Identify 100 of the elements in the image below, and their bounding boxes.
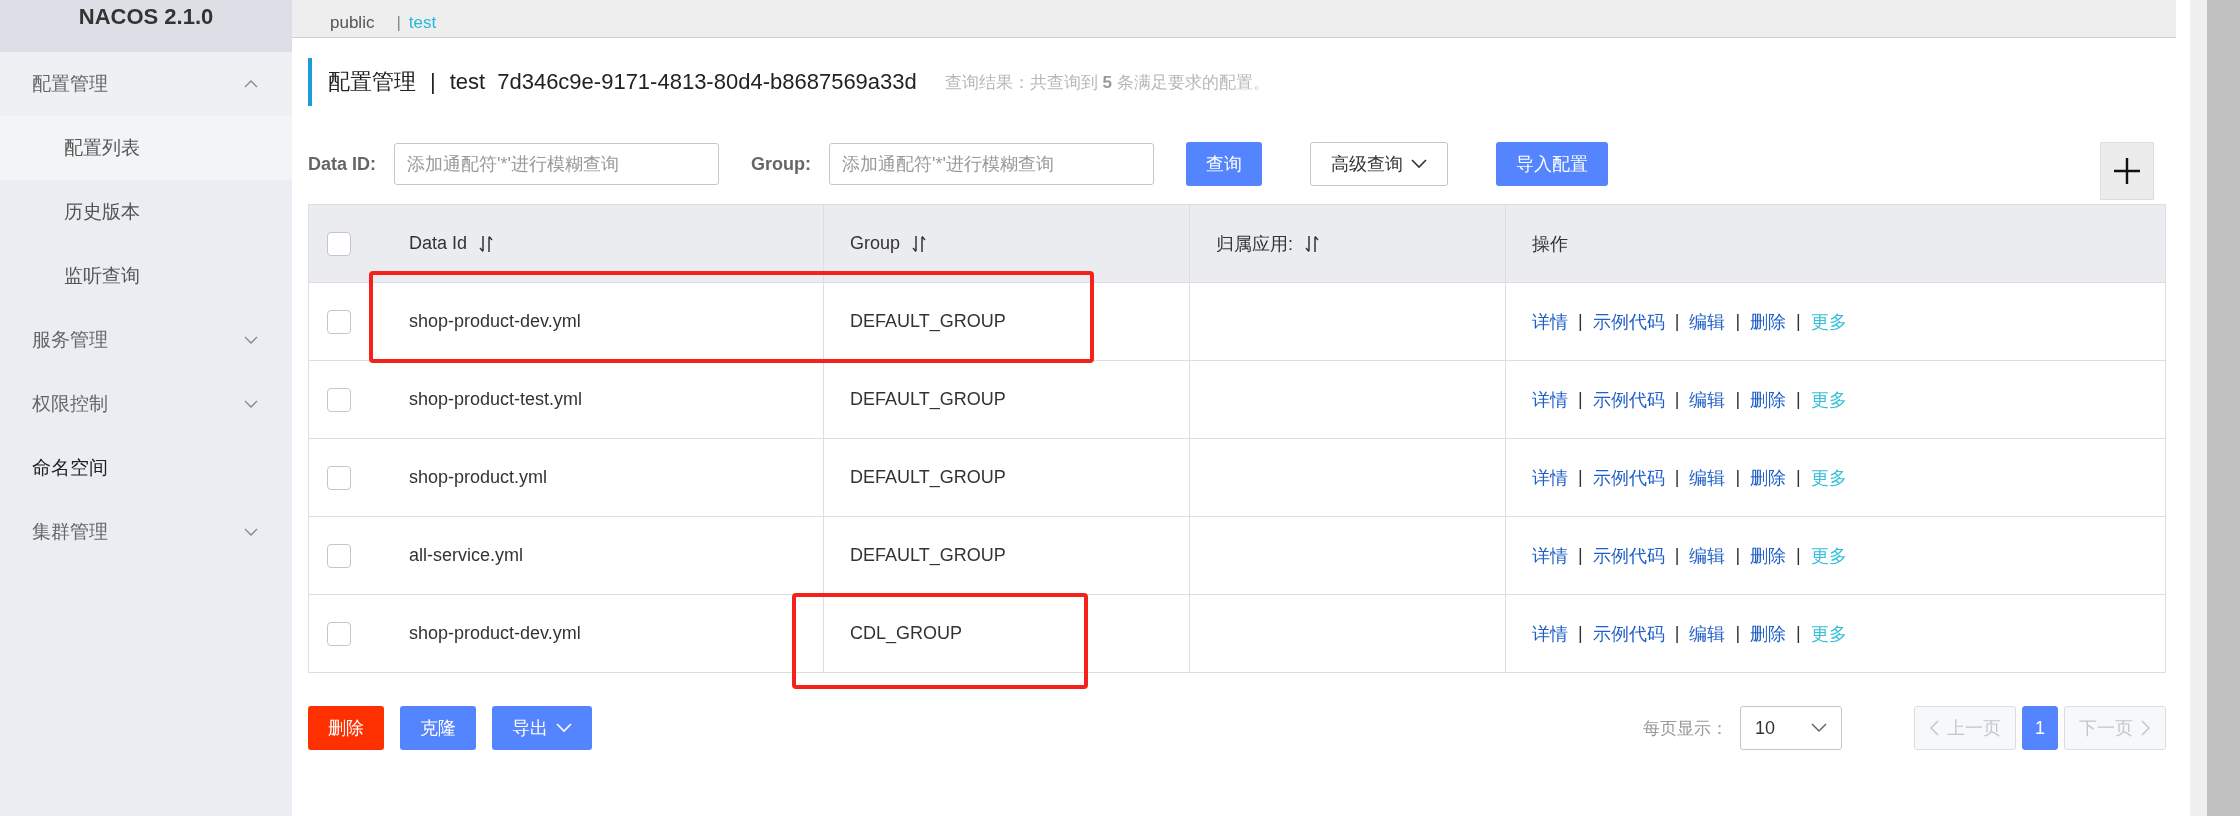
row-checkbox[interactable] — [327, 621, 351, 646]
chevron-left-icon — [1929, 720, 1939, 736]
action-link[interactable]: 编辑 — [1689, 387, 1726, 412]
sidebar-item[interactable]: 权限控制 — [0, 372, 292, 436]
separator-text: | — [1735, 389, 1741, 410]
action-link[interactable]: 删除 — [1750, 387, 1787, 412]
separator-text: | — [1674, 311, 1680, 332]
separator-text: | — [1735, 311, 1741, 332]
separator-text: | — [1796, 311, 1801, 332]
separator-text: | — [396, 13, 401, 33]
sidebar-item[interactable]: 命名空间 — [0, 436, 292, 500]
table-cell: shop-product-dev.yml — [409, 311, 581, 332]
action-link[interactable]: 示例代码 — [1592, 543, 1665, 568]
caret-icon — [1811, 723, 1827, 733]
row-checkbox[interactable] — [327, 543, 351, 568]
table-cell: shop-product-dev.yml — [409, 623, 581, 644]
page-button[interactable]: 1 — [2022, 706, 2058, 750]
table-cell: all-service.yml — [409, 545, 523, 566]
filter-label: Group: — [751, 153, 811, 175]
action-link[interactable]: 示例代码 — [1592, 465, 1665, 490]
caret-icon — [1411, 159, 1427, 169]
action-link[interactable]: 删除 — [1750, 621, 1787, 646]
table-cell: DEFAULT_GROUP — [850, 467, 1006, 488]
table-cell: DEFAULT_GROUP — [850, 389, 1006, 410]
search-field[interactable]: 添加通配符'*'进行模糊查询 — [829, 143, 1154, 185]
sidebar-item[interactable]: 配置管理 — [0, 52, 292, 116]
separator-text: | — [1674, 623, 1680, 644]
action-button[interactable]: 删除 — [308, 706, 384, 750]
table-cell: shop-product-test.yml — [409, 389, 583, 410]
separator-text: | — [1796, 389, 1801, 410]
dropdown-button[interactable]: 高级查询 — [1310, 142, 1448, 186]
add-button[interactable] — [2100, 142, 2154, 200]
separator-text: | — [1796, 623, 1801, 644]
separator-text: | — [1796, 545, 1801, 566]
separator-text: | — [1578, 311, 1583, 332]
query-summary: 查询结果：共查询到 5 条满足要求的配置。 — [944, 71, 1270, 94]
sidebar-item[interactable]: 集群管理 — [0, 500, 292, 564]
action-link[interactable]: 编辑 — [1689, 465, 1726, 490]
separator-text: | — [1578, 623, 1583, 644]
row-checkbox[interactable] — [327, 309, 351, 334]
column-header: 操作 — [1532, 232, 1568, 256]
separator-text: | — [1578, 467, 1583, 488]
filter-label: Data ID: — [308, 153, 376, 175]
namespace-name: test — [449, 69, 486, 95]
chevron-right-icon — [2141, 720, 2151, 736]
sidebar-subitem[interactable]: 历史版本 — [0, 180, 292, 244]
table-cell: shop-product.yml — [409, 467, 548, 488]
action-link[interactable]: 编辑 — [1689, 621, 1726, 646]
plus-icon — [2112, 156, 2142, 186]
action-link[interactable]: 删除 — [1750, 309, 1787, 334]
separator-text: | — [430, 69, 436, 95]
page-title: 配置管理 — [328, 68, 416, 96]
table-cell: CDL_GROUP — [850, 623, 963, 644]
sidebar-subitem[interactable]: 配置列表 — [0, 116, 292, 180]
page-size-label: 每页显示： — [1643, 717, 1728, 740]
action-link[interactable]: 编辑 — [1689, 309, 1726, 334]
separator-text: | — [1578, 545, 1583, 566]
action-link[interactable]: 编辑 — [1689, 543, 1726, 568]
separator-text: | — [1578, 389, 1583, 410]
action-link[interactable]: 详情 — [1532, 465, 1568, 490]
page-size-select[interactable]: 10 — [1740, 706, 1842, 750]
action-button[interactable]: 查询 — [1186, 142, 1262, 186]
sidebar-item[interactable]: 服务管理 — [0, 308, 292, 372]
sort-icon[interactable] — [912, 234, 927, 253]
namespace-id: 7d346c9e-9171-4813-80d4-b8687569a33d — [497, 69, 917, 95]
separator-text: | — [1674, 389, 1680, 410]
action-link[interactable]: 详情 — [1532, 309, 1568, 334]
dropdown-button[interactable]: 导出 — [492, 706, 592, 750]
column-header: Data Id — [409, 233, 468, 254]
scrollbar-thumb[interactable] — [2207, 0, 2240, 816]
action-link[interactable]: 示例代码 — [1592, 309, 1665, 334]
action-link[interactable]: 示例代码 — [1592, 621, 1665, 646]
separator-text: | — [1674, 467, 1680, 488]
search-field[interactable]: 添加通配符'*'进行模糊查询 — [394, 143, 719, 185]
namespace-tab[interactable]: public — [330, 13, 375, 33]
table-cell: DEFAULT_GROUP — [850, 545, 1006, 566]
app-logo: NACOS 2.1.0 — [78, 4, 214, 30]
table-cell: DEFAULT_GROUP — [850, 311, 1006, 332]
action-link[interactable]: 详情 — [1532, 621, 1568, 646]
separator-text: | — [1735, 467, 1741, 488]
action-link[interactable]: 详情 — [1532, 543, 1568, 568]
column-header: Group — [850, 233, 901, 254]
column-header: 归属应用: — [1216, 232, 1293, 256]
action-link[interactable]: 详情 — [1532, 387, 1568, 412]
action-link[interactable]: 删除 — [1750, 543, 1787, 568]
action-button[interactable]: 导入配置 — [1496, 142, 1608, 186]
sort-icon[interactable] — [1305, 234, 1319, 253]
action-link[interactable]: 示例代码 — [1592, 387, 1665, 412]
separator-text: | — [1735, 623, 1741, 644]
separator-text: | — [1796, 467, 1801, 488]
action-link[interactable]: 删除 — [1750, 465, 1787, 490]
sidebar-subitem[interactable]: 监听查询 — [0, 244, 292, 308]
action-button[interactable]: 克隆 — [400, 706, 476, 750]
separator-text: | — [1674, 545, 1680, 566]
sort-icon[interactable] — [479, 234, 494, 253]
row-checkbox[interactable] — [327, 465, 351, 490]
separator-text: | — [1735, 545, 1741, 566]
row-checkbox[interactable] — [327, 387, 351, 412]
select-all-checkbox[interactable] — [327, 231, 351, 256]
caret-icon — [556, 723, 572, 733]
